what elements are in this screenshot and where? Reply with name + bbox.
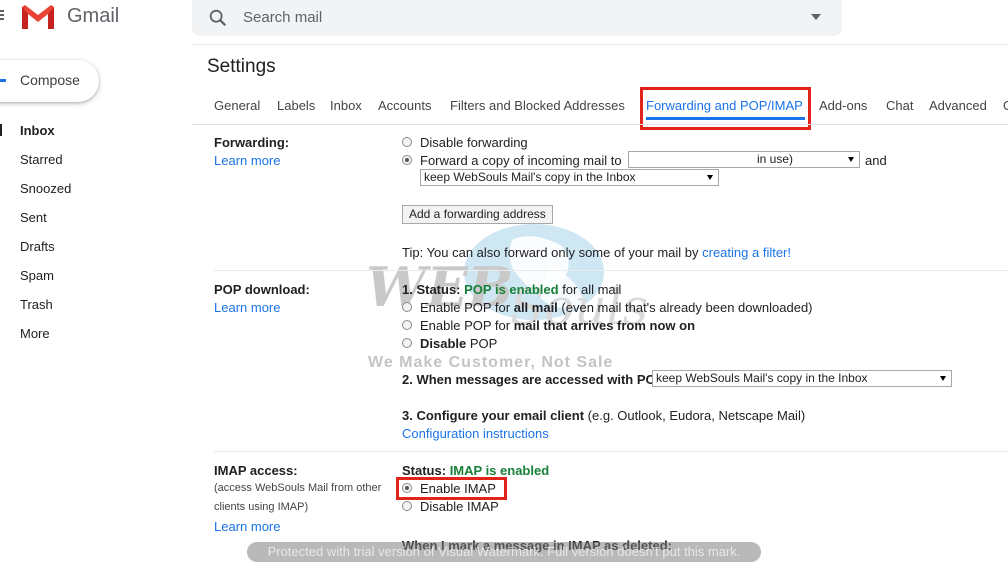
page-title: Settings xyxy=(207,56,276,77)
pop-opt1-note: (even mail that's already been downloade… xyxy=(561,300,813,315)
search-input[interactable]: Search mail xyxy=(243,9,322,26)
pop-status: 1. Status: POP is enabled for all mail xyxy=(402,282,621,297)
forwarding-keep-copy-select[interactable]: keep WebSouls Mail's copy in the Inbox xyxy=(420,169,719,186)
pop-download-label: POP download: xyxy=(214,282,310,297)
compose-plus-icon xyxy=(0,79,6,82)
pop-opt3-text: POP xyxy=(469,336,498,351)
sidebar-item-label: Spam xyxy=(20,268,54,283)
pop-opt3-bold: Disable xyxy=(420,336,467,351)
section-divider xyxy=(214,451,1008,452)
forwarding-tip: Tip: You can also forward only some of y… xyxy=(402,245,791,260)
create-filter-link[interactable]: creating a filter! xyxy=(702,245,791,260)
pop-when-accessed-label: 2. When messages are accessed with POP xyxy=(402,372,665,387)
compose-label: Compose xyxy=(20,72,80,88)
chevron-down-icon xyxy=(848,157,854,162)
sidebar-item-label: Starred xyxy=(20,152,63,167)
tab-general[interactable]: General xyxy=(214,98,260,113)
pop-opt2-bold: mail that arrives from now on xyxy=(513,318,696,333)
enable-pop-all-label: Enable POP for all mail (even mail that'… xyxy=(420,300,813,315)
compose-button[interactable]: Compose xyxy=(0,60,99,102)
pop-opt2-text: Enable POP for xyxy=(420,318,511,333)
sidebar-item-label: Snoozed xyxy=(20,181,72,196)
watermark-tagline: We Make Customer, Not Sale xyxy=(368,354,614,371)
pop-status-suffix: for all mail xyxy=(562,282,622,297)
sidebar-item-label: More xyxy=(20,326,50,341)
forwarding-address-value: in use) xyxy=(757,152,794,166)
sidebar-item-snoozed[interactable]: Snoozed xyxy=(0,179,190,208)
imap-access-description-2: clients using IMAP) xyxy=(214,501,309,513)
pop-status-value: POP is enabled xyxy=(464,282,559,297)
header-divider xyxy=(192,44,1008,45)
enable-pop-all-radio[interactable] xyxy=(402,302,412,312)
section-divider xyxy=(214,270,1008,271)
search-options-chevron-down-icon[interactable] xyxy=(811,14,821,20)
sidebar-item-sent[interactable]: Sent xyxy=(0,208,190,237)
configure-client-examples: (e.g. Outlook, Eudora, Netscape Mail) xyxy=(587,408,806,423)
forwarding-label: Forwarding: xyxy=(214,135,290,150)
forwarding-and-label: and xyxy=(865,153,887,168)
pop-opt1-bold: all mail xyxy=(513,300,558,315)
disable-pop-label: Disable POP xyxy=(420,336,497,351)
sidebar-item-starred[interactable]: Starred xyxy=(0,150,190,179)
sidebar-nav: Inbox Starred Snoozed Sent Drafts Spam T… xyxy=(0,121,190,353)
tab-chat[interactable]: Chat xyxy=(886,98,913,113)
tabs-divider xyxy=(192,124,1008,125)
pop-access-value: keep WebSouls Mail's copy in the Inbox xyxy=(656,371,868,385)
highlight-box-enable-imap xyxy=(396,477,507,500)
add-forwarding-address-button[interactable]: Add a forwarding address xyxy=(402,205,553,224)
sidebar-item-more[interactable]: More xyxy=(0,324,190,353)
main-menu-icon[interactable] xyxy=(0,8,4,24)
tab-labels[interactable]: Labels xyxy=(277,98,315,113)
forwarding-keep-copy-value: keep WebSouls Mail's copy in the Inbox xyxy=(424,170,636,184)
tab-accounts[interactable]: Accounts xyxy=(378,98,431,113)
app-brand: Gmail xyxy=(67,5,120,27)
search-icon[interactable] xyxy=(207,7,229,29)
forwarding-tip-text: Tip: You can also forward only some of y… xyxy=(402,245,699,260)
pop-opt1-text: Enable POP for xyxy=(420,300,511,315)
sidebar-item-label: Sent xyxy=(20,210,47,225)
sidebar-item-label: Drafts xyxy=(20,239,55,254)
disable-imap-radio[interactable] xyxy=(402,501,412,511)
imap-learn-more-link[interactable]: Learn more xyxy=(214,519,280,534)
sidebar-item-spam[interactable]: Spam xyxy=(0,266,190,295)
imap-access-description-1: (access WebSouls Mail from other xyxy=(214,482,382,494)
enable-pop-new-radio[interactable] xyxy=(402,320,412,330)
forward-copy-radio[interactable] xyxy=(402,155,412,165)
sidebar-item-inbox[interactable]: Inbox xyxy=(0,121,190,150)
gmail-logo-icon[interactable] xyxy=(21,4,55,30)
imap-status: Status: IMAP is enabled xyxy=(402,463,549,478)
sidebar-item-trash[interactable]: Trash xyxy=(0,295,190,324)
forward-copy-label: Forward a copy of incoming mail to xyxy=(420,153,622,168)
disable-forwarding-label: Disable forwarding xyxy=(420,135,528,150)
forwarding-learn-more-link[interactable]: Learn more xyxy=(214,153,280,168)
trial-watermark-banner: Protected with trial version of Visual W… xyxy=(247,542,761,562)
chevron-down-icon xyxy=(707,175,713,180)
tab-inbox[interactable]: Inbox xyxy=(330,98,362,113)
pop-access-select[interactable]: keep WebSouls Mail's copy in the Inbox xyxy=(652,370,952,387)
pop-learn-more-link[interactable]: Learn more xyxy=(214,300,280,315)
configure-client-text: 3. Configure your email client (e.g. Out… xyxy=(402,408,805,423)
tab-add-ons[interactable]: Add-ons xyxy=(819,98,867,113)
chevron-down-icon xyxy=(940,376,946,381)
sidebar-item-drafts[interactable]: Drafts xyxy=(0,237,190,266)
pop-status-prefix: 1. Status: xyxy=(402,282,461,297)
disable-forwarding-radio[interactable] xyxy=(402,137,412,147)
imap-status-prefix: Status: xyxy=(402,463,447,478)
configure-client-bold: 3. Configure your email client xyxy=(402,408,585,423)
imap-access-label: IMAP access: xyxy=(214,463,298,478)
tab-filters[interactable]: Filters and Blocked Addresses xyxy=(450,98,625,113)
enable-pop-new-label: Enable POP for mail that arrives from no… xyxy=(420,318,695,333)
sidebar-item-label: Inbox xyxy=(20,123,55,138)
sidebar-item-label: Trash xyxy=(20,297,53,312)
imap-status-value: IMAP is enabled xyxy=(449,463,550,478)
disable-imap-label: Disable IMAP xyxy=(420,499,499,514)
forwarding-address-select[interactable]: in use) xyxy=(628,151,860,168)
search-bar[interactable]: Search mail xyxy=(192,0,842,36)
tab-advanced[interactable]: Advanced xyxy=(929,98,987,113)
configuration-instructions-link[interactable]: Configuration instructions xyxy=(402,426,549,441)
tab-offline[interactable]: O xyxy=(1003,98,1008,113)
disable-pop-radio[interactable] xyxy=(402,338,412,348)
